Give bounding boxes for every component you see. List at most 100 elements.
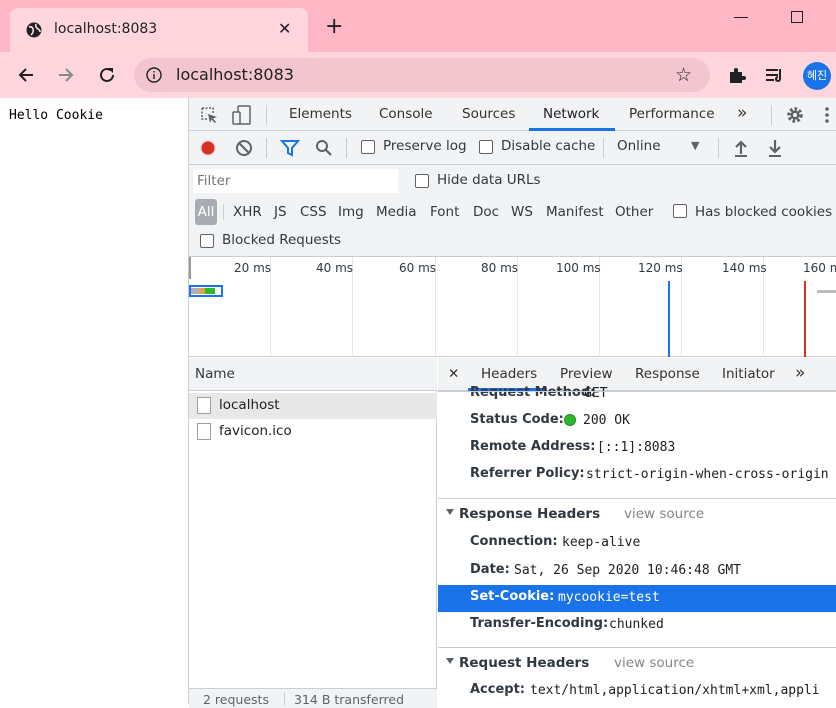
browser-tab[interactable]: localhost:8083 ✕	[10, 8, 308, 52]
response-header-row[interactable]: Date: Sat, 26 Sep 2020 10:46:48 GMT	[438, 558, 836, 585]
filter-doc[interactable]: Doc	[473, 204, 499, 220]
filter-css[interactable]: CSS	[300, 204, 327, 220]
tab-initiator[interactable]: Initiator	[722, 366, 775, 382]
section-title: Request Headers	[459, 655, 590, 671]
maximize-button[interactable]	[791, 11, 803, 23]
timeline-tick: 100 ms	[556, 261, 601, 275]
collapse-triangle-icon[interactable]	[446, 658, 454, 664]
response-header-row[interactable]: Connection: keep-alive	[438, 530, 836, 557]
minimize-button[interactable]	[734, 10, 748, 18]
filter-xhr[interactable]: XHR	[233, 204, 262, 220]
reload-icon[interactable]	[96, 64, 118, 86]
dropdown-arrow-icon[interactable]: ▼	[691, 139, 699, 152]
collapse-triangle-icon[interactable]	[446, 509, 454, 515]
info-icon[interactable]	[146, 67, 162, 83]
record-icon[interactable]	[199, 139, 217, 157]
filter-input[interactable]	[193, 169, 398, 193]
header-key: Set-Cookie:	[470, 589, 555, 604]
header-value: [::1]:8083	[597, 440, 676, 455]
tab-preview[interactable]: Preview	[560, 366, 613, 382]
divider	[603, 138, 604, 158]
filter-ws[interactable]: WS	[511, 204, 533, 220]
inspect-element-icon[interactable]	[199, 105, 219, 125]
close-details-icon[interactable]: ✕	[448, 366, 459, 382]
new-tab-button[interactable]: +	[325, 16, 343, 38]
range-handle[interactable]	[189, 257, 191, 279]
disable-cache-checkbox[interactable]	[479, 140, 493, 154]
hide-data-urls-checkbox[interactable]	[415, 174, 429, 188]
address-bar[interactable]: localhost:8083 ☆	[134, 58, 710, 92]
filter-funnel-icon[interactable]	[280, 139, 300, 157]
request-headers-section[interactable]: Request Headers view source	[438, 647, 836, 677]
request-header-row[interactable]: Accept: text/html,application/xhtml+xml,…	[438, 678, 836, 704]
clear-icon[interactable]	[235, 139, 253, 157]
export-har-icon[interactable]	[767, 138, 783, 158]
name-column-header[interactable]: Name	[189, 358, 437, 391]
filter-other[interactable]: Other	[615, 204, 653, 220]
response-headers-section[interactable]: Response Headers view source	[438, 498, 836, 528]
tab-sources[interactable]: Sources	[462, 106, 515, 122]
extensions-puzzle-icon[interactable]	[726, 64, 748, 86]
device-toolbar-icon[interactable]	[231, 104, 253, 126]
view-source-link[interactable]: view source	[614, 655, 694, 671]
request-bar	[817, 290, 836, 293]
document-icon	[197, 423, 211, 440]
document-icon	[197, 397, 211, 414]
tab-network[interactable]: Network	[543, 106, 599, 122]
view-source-link[interactable]: view source	[624, 506, 704, 522]
load-event-line	[804, 281, 806, 357]
tab-console[interactable]: Console	[379, 106, 433, 122]
back-arrow-icon[interactable]	[15, 64, 37, 86]
tab-performance[interactable]: Performance	[629, 106, 715, 122]
divider	[346, 138, 347, 158]
timeline-tick: 160 ms	[803, 261, 836, 275]
forward-arrow-icon[interactable]	[55, 64, 77, 86]
browser-toolbar: localhost:8083 ☆	[0, 52, 836, 98]
profile-avatar[interactable]: 혜진	[803, 62, 831, 90]
status-code-row[interactable]: Status Code: 200 OK	[438, 408, 836, 435]
preserve-log-label: Preserve log	[383, 138, 467, 154]
header-value: GET	[584, 386, 608, 401]
response-header-row[interactable]: Transfer-Encoding: chunked	[438, 612, 836, 639]
timeline-overview[interactable]: 20 ms 40 ms 60 ms 80 ms 100 ms 120 ms 14…	[189, 257, 836, 357]
throttling-select[interactable]: Online	[617, 138, 661, 154]
tab-response[interactable]: Response	[635, 366, 700, 382]
settings-gear-icon[interactable]	[785, 105, 805, 125]
referrer-policy-row[interactable]: Referrer Policy: strict-origin-when-cros…	[438, 462, 836, 489]
request-row-favicon[interactable]: favicon.ico	[189, 419, 437, 445]
filter-all-button[interactable]: All	[195, 199, 217, 225]
has-blocked-cookies-checkbox[interactable]	[673, 204, 687, 218]
hide-data-urls-label: Hide data URLs	[437, 172, 541, 188]
tab-strip: localhost:8083 ✕ +	[0, 0, 836, 52]
request-method-row[interactable]: Request Method: GET	[438, 381, 836, 408]
tab-elements[interactable]: Elements	[289, 106, 352, 122]
filter-img[interactable]: Img	[338, 204, 364, 220]
kebab-menu-icon[interactable]	[821, 105, 833, 125]
search-icon[interactable]	[315, 139, 333, 157]
more-tabs-icon[interactable]: »	[737, 103, 747, 123]
preserve-log-checkbox[interactable]	[361, 140, 375, 154]
set-cookie-row[interactable]: Set-Cookie: mycookie=test	[438, 585, 836, 612]
tab-close-icon[interactable]: ✕	[278, 19, 291, 38]
media-queue-icon[interactable]	[764, 64, 786, 86]
request-row-localhost[interactable]: localhost	[189, 393, 437, 419]
network-toolbar: Preserve log Disable cache Online ▼	[189, 131, 836, 165]
filter-js[interactable]: JS	[274, 204, 287, 220]
filter-font[interactable]: Font	[430, 204, 459, 220]
header-value: mycookie=test	[558, 590, 660, 605]
divider	[771, 105, 772, 125]
blocked-requests-checkbox[interactable]	[200, 234, 214, 248]
divider	[266, 138, 267, 158]
divider	[266, 105, 267, 125]
bookmark-star-icon[interactable]: ☆	[675, 64, 692, 86]
page-text: Hello Cookie	[9, 108, 103, 123]
url-text[interactable]: localhost:8083	[176, 65, 294, 84]
globe-icon	[26, 22, 42, 38]
import-har-icon[interactable]	[733, 138, 749, 158]
remote-address-row[interactable]: Remote Address: [::1]:8083	[438, 435, 836, 462]
filter-media[interactable]: Media	[376, 204, 417, 220]
filter-manifest[interactable]: Manifest	[546, 204, 604, 220]
tab-headers[interactable]: Headers	[481, 366, 537, 382]
more-tabs-icon[interactable]: »	[795, 363, 805, 383]
header-key: Accept:	[470, 682, 526, 697]
